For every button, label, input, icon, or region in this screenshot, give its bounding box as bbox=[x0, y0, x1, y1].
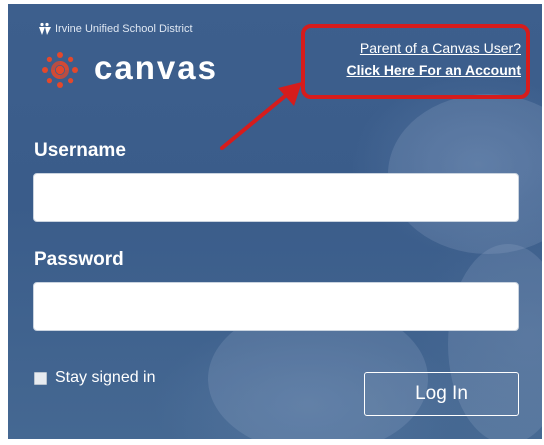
username-label: Username bbox=[34, 140, 126, 161]
red-arrow-icon bbox=[220, 82, 302, 150]
password-input[interactable] bbox=[33, 282, 519, 331]
canvas-wordmark: canvas bbox=[94, 49, 218, 86]
district-name: Irvine Unified School District bbox=[55, 23, 193, 35]
district-figure-icon bbox=[39, 22, 51, 35]
canvas-brand: canvas bbox=[40, 49, 218, 90]
log-in-button[interactable]: Log In bbox=[364, 372, 519, 416]
parent-account-link-line2[interactable]: Click Here For an Account bbox=[308, 60, 521, 81]
canvas-logo-icon bbox=[42, 52, 78, 88]
stay-signed-in-label: Stay signed in bbox=[55, 369, 156, 386]
stay-signed-in-checkbox[interactable] bbox=[34, 371, 47, 385]
login-panel: Irvine Unified School District canvas Pa… bbox=[8, 4, 542, 439]
username-input[interactable] bbox=[33, 173, 519, 222]
password-label: Password bbox=[34, 249, 124, 270]
district-header: Irvine Unified School District bbox=[38, 22, 193, 36]
screenshot-frame: Irvine Unified School District canvas Pa… bbox=[0, 0, 544, 445]
stay-signed-in[interactable]: Stay signed in bbox=[34, 369, 156, 387]
parent-account-link-line1[interactable]: Parent of a Canvas User? bbox=[308, 38, 521, 59]
